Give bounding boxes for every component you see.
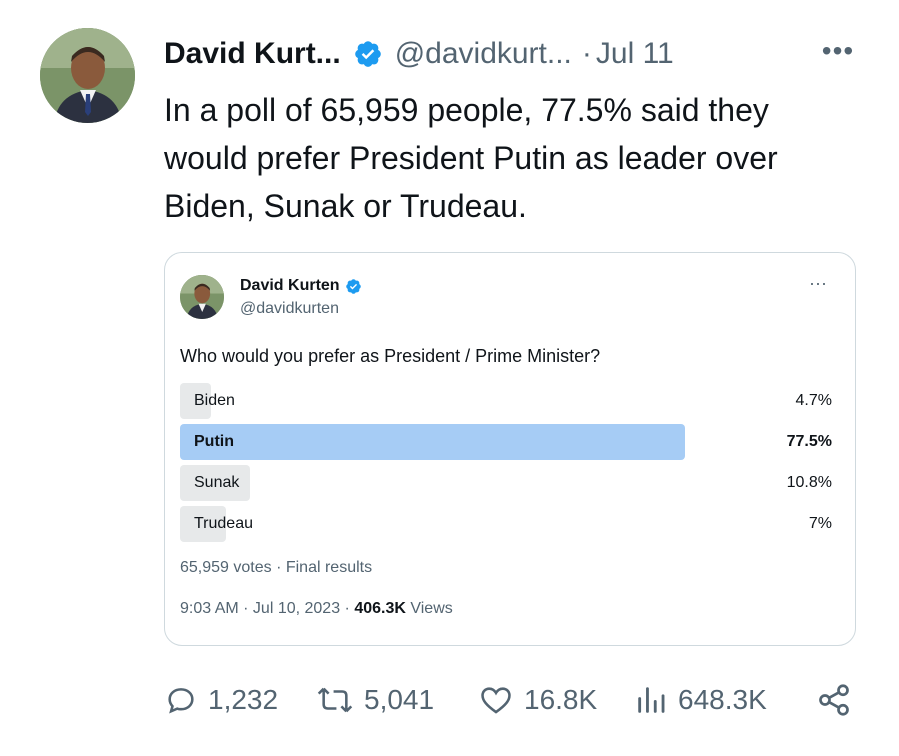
separator: · [581, 37, 592, 70]
poll-option-putin: Putin 77.5% [180, 424, 832, 460]
like-icon [481, 687, 511, 714]
reply-count: 1,232 [208, 684, 279, 715]
verified-badge-icon [345, 278, 362, 295]
poll-option-percent: 77.5% [786, 433, 832, 450]
tweet-text: In a poll of 65,959 people, 77.5% said t… [164, 86, 864, 230]
repost-count: 5,041 [364, 684, 435, 715]
tweet-header: David Kurt... @davidkurt... · Jul 11 [164, 34, 864, 74]
quoted-handle[interactable]: @davidkurten [240, 300, 339, 318]
poll-option-percent: 4.7% [795, 392, 832, 409]
poll-option-percent: 7% [808, 515, 832, 532]
poll-option-label: Putin [194, 433, 234, 450]
poll-option-biden: Biden 4.7% [180, 383, 832, 419]
poll-meta: 65,959 votes · Final results [180, 559, 373, 576]
poll-option-sunak: Sunak 10.8% [180, 465, 832, 501]
reply-icon [168, 688, 194, 714]
more-icon[interactable]: ••• [818, 36, 858, 66]
author-name[interactable]: David Kurt... [164, 37, 341, 71]
quoted-views-count: 406.3K [354, 600, 406, 617]
quoted-avatar[interactable] [180, 275, 224, 319]
poll-option-label: Biden [194, 392, 235, 409]
repost-button[interactable]: 5,041 [316, 678, 434, 722]
quoted-author-name[interactable]: David Kurten [240, 277, 340, 295]
quoted-tweet[interactable]: David Kurten @davidkurten ··· Who would … [164, 252, 856, 646]
tweet-text-line: In a poll of 65,959 people, 77.5% said t… [164, 92, 769, 128]
quoted-timestamp: 9:03 AM · Jul 10, 2023 · 406.3K Views [180, 600, 453, 618]
share-icon [819, 684, 849, 716]
quoted-more-icon[interactable]: ··· [809, 273, 827, 294]
poll-option-label: Sunak [194, 474, 240, 491]
poll-option-label: Trudeau [194, 515, 253, 532]
views-button[interactable]: 648.3K [634, 678, 767, 722]
verified-badge-icon[interactable] [353, 39, 383, 69]
quoted-author[interactable]: David Kurten [240, 277, 362, 295]
repost-icon [317, 687, 353, 713]
views-count: 648.3K [678, 684, 767, 715]
author-handle[interactable]: @davidkurt... [395, 37, 572, 71]
tweet-date[interactable]: Jul 11 [596, 37, 674, 71]
share-button[interactable] [816, 678, 862, 722]
poll-option-percent: 10.8% [786, 474, 832, 491]
poll-option-trudeau: Trudeau 7% [180, 506, 832, 542]
quoted-time: 9:03 AM · Jul 10, 2023 · [180, 600, 355, 617]
tweet-text-line: Biden, Sunak or Trudeau. [164, 188, 527, 224]
poll-question: Who would you prefer as President / Prim… [180, 346, 601, 366]
reply-button[interactable]: 1,232 [164, 678, 278, 722]
action-bar: 1,232 5,041 16.8K 648.3K [164, 678, 864, 722]
like-count: 16.8K [524, 684, 598, 715]
author-avatar[interactable] [40, 28, 135, 123]
views-icon [638, 687, 665, 713]
tweet-text-line: would prefer President Putin as leader o… [164, 140, 778, 176]
poll-bar [180, 424, 685, 460]
quoted-views-label: Views [405, 600, 453, 617]
like-button[interactable]: 16.8K [478, 678, 597, 722]
